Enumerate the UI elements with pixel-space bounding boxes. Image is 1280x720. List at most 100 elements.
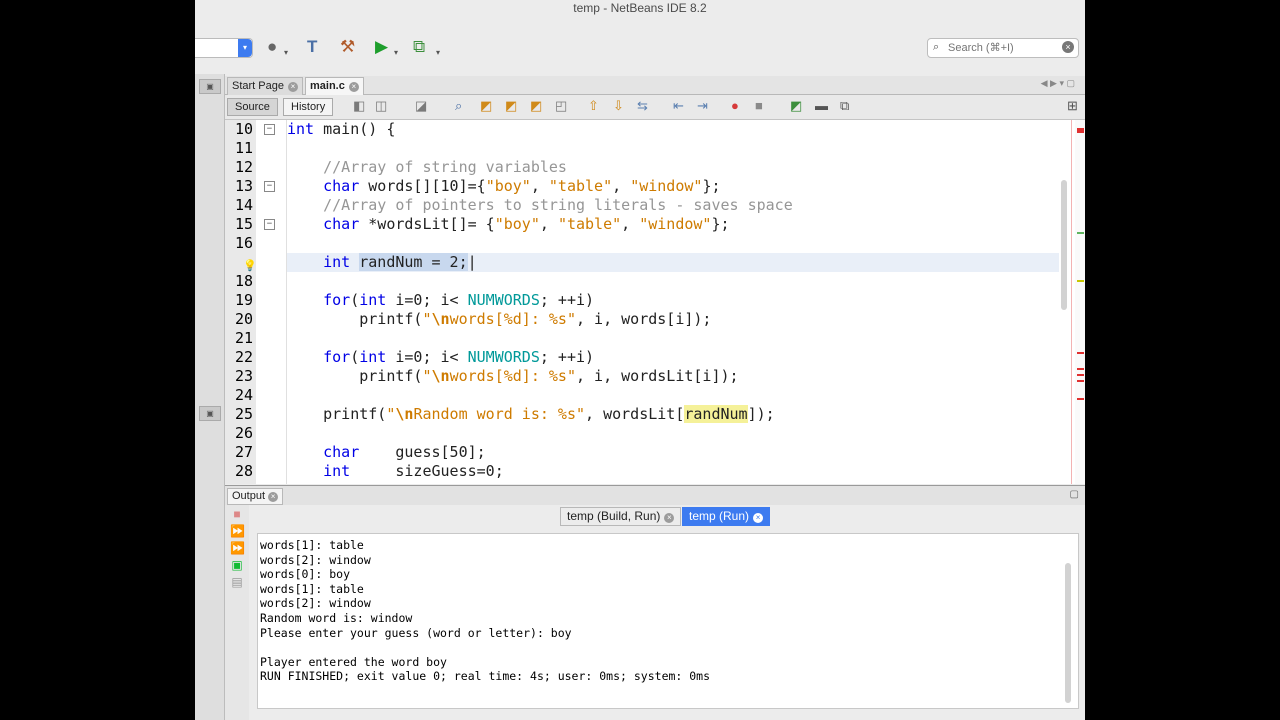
code-line[interactable]: 26	[225, 424, 1085, 443]
hammer-icon[interactable]: T	[307, 37, 317, 57]
split-window-icon[interactable]: ⊞	[1067, 98, 1078, 114]
fold-toggle-icon[interactable]: −	[264, 181, 275, 192]
tab-run[interactable]: temp (Run) ×	[682, 507, 771, 526]
shift-left-icon[interactable]: ⇤	[673, 98, 684, 114]
code-line[interactable]: 19 for(int i=0; i< NUMWORDS; ++i)	[225, 291, 1085, 310]
next-bookmark-icon[interactable]: ⇩	[613, 98, 624, 114]
fold-toggle-icon[interactable]: −	[264, 219, 275, 230]
format-icon[interactable]: ⧉	[840, 98, 849, 114]
code-line[interactable]: 28 int sizeGuess=0;	[225, 462, 1085, 481]
code-token: \n	[431, 367, 450, 385]
stop-macro-recording-icon[interactable]: ■	[755, 98, 763, 114]
code-line[interactable]: 23 printf("\nwords[%d]: %s", i, wordsLit…	[225, 367, 1085, 386]
forward-icon[interactable]: ◪	[415, 98, 427, 114]
line-number: 23	[234, 367, 253, 385]
tab-label: main.c	[310, 80, 345, 92]
line-number: 19	[234, 291, 253, 309]
code-line[interactable]: 13− char words[][10]={"boy", "table", "w…	[225, 177, 1085, 196]
code-line[interactable]: 10− int main() {	[225, 120, 1085, 139]
toggle-rect-selection-icon[interactable]: ◰	[555, 98, 567, 114]
code-line[interactable]: 25 printf("\nRandom word is: %s", wordsL…	[225, 405, 1085, 424]
line-number: 26	[234, 424, 253, 442]
search-input[interactable]	[948, 40, 1056, 55]
close-icon[interactable]: ×	[664, 513, 675, 523]
source-button[interactable]: Source	[227, 98, 278, 116]
history-button[interactable]: History	[283, 98, 334, 116]
code-line[interactable]: 27 char guess[50];	[225, 443, 1085, 462]
start-macro-recording-icon[interactable]: ●	[731, 98, 739, 114]
close-icon[interactable]: ×	[287, 82, 298, 92]
tab-output[interactable]: Output ×	[227, 488, 284, 505]
code-text: int main() {	[287, 120, 395, 139]
tab-start-page[interactable]: Start Page ×	[227, 77, 303, 95]
code-line[interactable]: 11	[225, 139, 1085, 158]
code-line[interactable]: 14 //Array of pointers to string literal…	[225, 196, 1085, 215]
close-icon[interactable]: ×	[348, 82, 359, 92]
code-editor[interactable]: 10− int main() {11 12 //Array of string va…	[225, 120, 1085, 484]
previous-bookmark-icon[interactable]: ⇧	[588, 98, 599, 114]
restore-projects-button[interactable]: ▣	[199, 79, 221, 94]
code-text: //Array of string variables	[287, 158, 567, 177]
code-text: for(int i=0; i< NUMWORDS; ++i)	[287, 348, 594, 367]
find-next-icon[interactable]: ◩	[505, 98, 517, 114]
tab-build-run[interactable]: temp (Build, Run) ×	[560, 507, 682, 526]
code-line[interactable]: 16	[225, 234, 1085, 253]
tab-label: Start Page	[232, 80, 284, 92]
chevron-down-icon[interactable]: ▾	[394, 43, 398, 63]
clear-search-icon[interactable]: ×	[1062, 41, 1074, 53]
code-token: char	[323, 177, 360, 195]
code-token: ,	[612, 177, 631, 195]
run-icon[interactable]: ▶	[375, 37, 388, 57]
toggle-bookmark-icon[interactable]: ⇆	[637, 98, 648, 114]
toggle-highlight-icon[interactable]: ◩	[530, 98, 542, 114]
find-previous-icon[interactable]: ◩	[480, 98, 492, 114]
comment-icon[interactable]: ◩	[790, 98, 802, 114]
clean-build-icon[interactable]: ⚒	[340, 37, 355, 57]
back-icon[interactable]: ◫	[375, 98, 387, 114]
code-token: "table"	[557, 215, 622, 233]
code-token: "table"	[548, 177, 613, 195]
shift-right-icon[interactable]: ⇥	[697, 98, 708, 114]
code-line[interactable]: 12 //Array of string variables	[225, 158, 1085, 177]
code-line[interactable]: 20 printf("\nwords[%d]: %s", i, words[i]…	[225, 310, 1085, 329]
maximize-icon[interactable]: ▢	[1070, 489, 1079, 500]
terminal-icon[interactable]: ▣	[230, 558, 244, 572]
restore-navigator-button[interactable]: ▣	[199, 406, 221, 421]
close-icon[interactable]: ×	[268, 492, 279, 502]
rerun-with-args-icon[interactable]: ⏩	[230, 541, 245, 555]
clear-output-icon[interactable]: ▤	[230, 575, 244, 589]
code-line[interactable]: 15− char *wordsLit[]= {"boy", "table", "…	[225, 215, 1085, 234]
console-scrollbar[interactable]	[1065, 563, 1071, 703]
code-token: NUMWORDS	[467, 291, 540, 309]
code-line[interactable]: 24	[225, 386, 1085, 405]
code-line[interactable]: 18	[225, 272, 1085, 291]
code-token: for	[323, 291, 351, 309]
rerun-icon[interactable]: ⏩	[230, 524, 245, 538]
code-token: printf(	[287, 405, 387, 423]
output-console[interactable]: words[1]: table words[2]: window words[0]:…	[257, 533, 1079, 709]
close-icon[interactable]: ×	[753, 513, 764, 523]
debug-icon[interactable]: ⧉	[413, 37, 425, 57]
code-line[interactable]: 22 for(int i=0; i< NUMWORDS; ++i)	[225, 348, 1085, 367]
find-selection-icon[interactable]: ⌕	[455, 98, 462, 114]
code-token: |	[467, 253, 477, 271]
run-tab-label: temp (Build, Run)	[567, 509, 661, 523]
fold-toggle-icon[interactable]: −	[264, 124, 275, 135]
code-line[interactable]: 21	[225, 329, 1085, 348]
code-text: for(int i=0; i< NUMWORDS; ++i)	[287, 291, 594, 310]
search-box[interactable]: ⌕ ×	[927, 38, 1079, 58]
stop-icon[interactable]: ■	[230, 507, 244, 521]
code-line[interactable]: 💡 int randNum = 2;|	[243, 253, 1059, 272]
tab-navigation-buttons[interactable]: ◀ ▶ ▾ ▢	[1041, 78, 1075, 89]
line-number: 18	[234, 272, 253, 290]
chevron-down-icon[interactable]: ▾	[284, 43, 288, 63]
chevron-down-icon[interactable]: ▾	[436, 43, 440, 63]
tab-main-c[interactable]: main.c ×	[305, 77, 364, 95]
code-token: ; ++i)	[539, 291, 595, 309]
uncomment-icon[interactable]: ▬	[815, 98, 828, 114]
configuration-combo[interactable]: ▾	[195, 38, 253, 58]
globe-icon[interactable]: ●	[267, 37, 277, 57]
last-edit-icon[interactable]: ◧	[353, 98, 365, 114]
